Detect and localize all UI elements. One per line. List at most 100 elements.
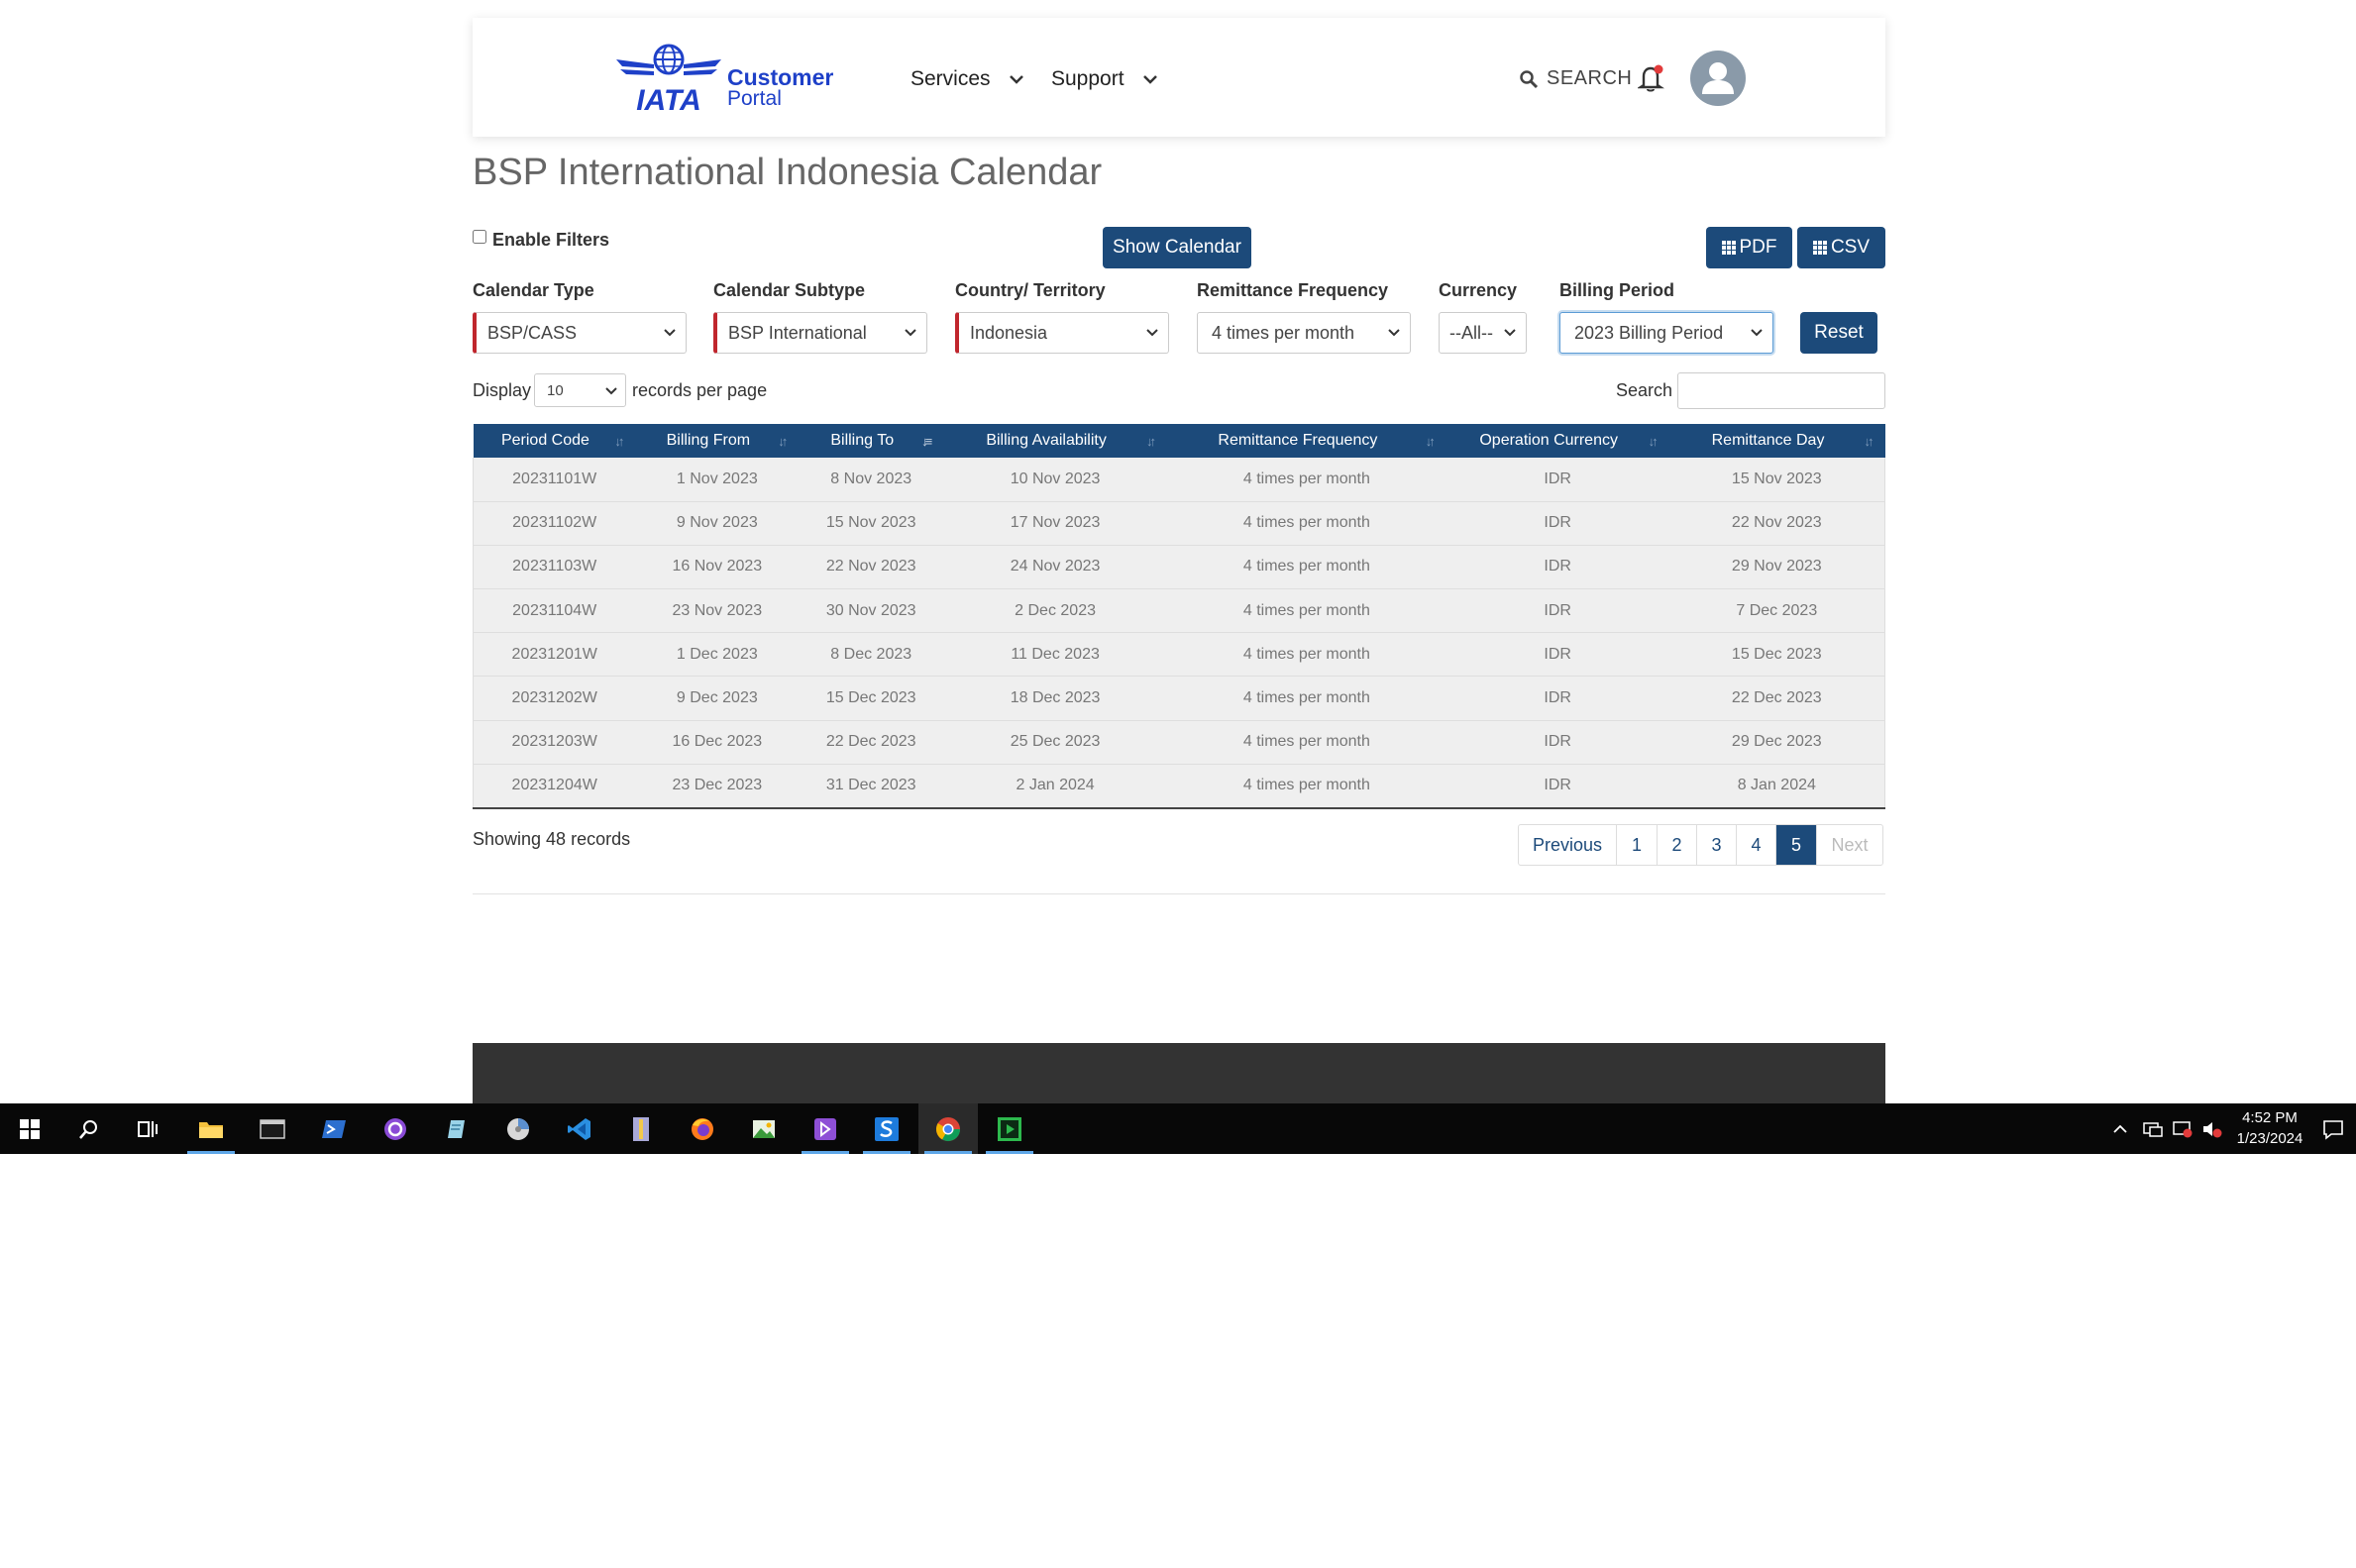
taskbar-image-viewer[interactable] <box>734 1103 794 1154</box>
taskbar-terminal[interactable] <box>243 1103 302 1154</box>
taskbar-start[interactable] <box>0 1103 59 1154</box>
cell-operation-currency: IDR <box>1446 676 1669 721</box>
taskbar-vscode[interactable] <box>550 1103 609 1154</box>
chevron-up-icon[interactable] <box>2110 1119 2130 1139</box>
pagination-page-3[interactable]: 3 <box>1696 825 1736 865</box>
pagination-page-5[interactable]: 5 <box>1775 825 1816 865</box>
taskbar-visual-studio[interactable] <box>796 1103 855 1154</box>
cell-billing-availability: 17 Nov 2023 <box>943 501 1167 546</box>
cell-billing-availability: 2 Dec 2023 <box>943 588 1167 634</box>
cell-billing-to: 31 Dec 2023 <box>799 764 944 809</box>
enable-filters-toggle[interactable]: Enable Filters <box>473 229 610 251</box>
taskbar-notifications[interactable] <box>2310 1103 2356 1154</box>
running-indicator <box>986 1151 1033 1154</box>
network-icon[interactable] <box>2142 1119 2164 1139</box>
table-row: 20231102W 9 Nov 2023 15 Nov 2023 17 Nov … <box>473 501 1885 546</box>
cell-billing-availability: 11 Dec 2023 <box>943 632 1167 678</box>
cell-period-code: 20231202W <box>473 676 636 721</box>
iata-wings-globe-icon: IATA <box>616 44 721 117</box>
taskbar-github-desktop[interactable] <box>366 1103 425 1154</box>
nav-support[interactable]: Support <box>1051 67 1158 91</box>
column-header-remittance-frequency[interactable]: Remittance Frequency ↓↑ <box>1167 424 1446 458</box>
pagination-page-4[interactable]: 4 <box>1736 825 1775 865</box>
taskbar-file-explorer[interactable] <box>181 1103 241 1154</box>
notifications-button[interactable] <box>1637 63 1665 98</box>
billing-period-label: Billing Period <box>1559 280 1675 300</box>
table-search-label: Search <box>1616 380 1673 400</box>
taskbar-task-view[interactable] <box>119 1103 178 1154</box>
windows-start-icon <box>20 1118 40 1139</box>
system-tray <box>2110 1103 2223 1154</box>
billing-period-select[interactable]: 2023 Billing Period <box>1559 312 1773 354</box>
github-icon <box>384 1117 406 1140</box>
play-icon <box>998 1116 1021 1141</box>
enable-filters-checkbox[interactable] <box>473 229 486 244</box>
nav-services[interactable]: Services <box>910 67 1024 91</box>
remittance-frequency-select[interactable]: 4 times per month <box>1197 312 1411 354</box>
iata-logo[interactable]: IATA Customer Portal <box>614 43 852 117</box>
cell-remittance-frequency: 4 times per month <box>1167 632 1446 678</box>
cell-remittance-day: 29 Dec 2023 <box>1668 720 1885 765</box>
archive-icon <box>633 1116 649 1141</box>
country-select[interactable]: Indonesia <box>955 312 1169 354</box>
enable-filters-label: Enable Filters <box>492 230 610 250</box>
volume-muted-icon[interactable] <box>2201 1119 2223 1139</box>
running-indicator <box>802 1151 849 1154</box>
pagination-next[interactable]: Next <box>1816 825 1882 865</box>
taskbar-chrome[interactable] <box>918 1103 978 1154</box>
cell-billing-to: 22 Dec 2023 <box>799 720 944 765</box>
reset-button[interactable]: Reset <box>1800 312 1877 354</box>
taskbar-notepad[interactable] <box>427 1103 486 1154</box>
pagination-page-2[interactable]: 2 <box>1657 825 1696 865</box>
taskbar-clock[interactable]: 4:52 PM 1/23/2024 <box>2225 1107 2314 1149</box>
logo-wordmark: IATA <box>636 84 701 117</box>
cell-remittance-frequency: 4 times per month <box>1167 588 1446 634</box>
pagination-page-1[interactable]: 1 <box>1616 825 1657 865</box>
calendar-type-select[interactable]: BSP/CASS <box>473 312 687 354</box>
pagination-previous[interactable]: Previous <box>1519 825 1616 865</box>
taskbar-archive[interactable] <box>611 1103 671 1154</box>
display-warning-icon[interactable] <box>2172 1119 2194 1139</box>
page-length-select[interactable]: 10 <box>534 373 626 407</box>
chevron-down-icon <box>605 387 617 395</box>
country-label: Country/ Territory <box>955 280 1106 300</box>
cell-operation-currency: IDR <box>1446 501 1669 546</box>
table-row: 20231204W 23 Dec 2023 31 Dec 2023 2 Jan … <box>473 764 1885 809</box>
cell-remittance-frequency: 4 times per month <box>1167 545 1446 590</box>
taskbar-media-player[interactable] <box>980 1103 1039 1154</box>
calendar-subtype-select[interactable]: BSP International <box>713 312 927 354</box>
user-avatar[interactable] <box>1690 51 1746 106</box>
taskbar-disk-cleanup[interactable] <box>488 1103 548 1154</box>
sort-icon: ↓↑ <box>614 434 624 449</box>
column-header-remittance-day[interactable]: Remittance Day ↓↑ <box>1668 424 1885 458</box>
chrome-icon <box>935 1116 960 1141</box>
column-header-period-code[interactable]: Period Code ↓↑ <box>473 424 636 458</box>
export-csv-label: CSV <box>1830 237 1871 258</box>
column-header-operation-currency[interactable]: Operation Currency ↓↑ <box>1446 424 1669 458</box>
cell-billing-to: 30 Nov 2023 <box>799 588 944 634</box>
cell-operation-currency: IDR <box>1446 632 1669 678</box>
export-pdf-button[interactable]: PDF <box>1706 227 1792 268</box>
notepad-icon <box>448 1119 465 1138</box>
table-row: 20231201W 1 Dec 2023 8 Dec 2023 11 Dec 2… <box>473 632 1885 678</box>
table-search-input[interactable] <box>1677 372 1885 409</box>
header-search-button[interactable]: SEARCH <box>1519 67 1632 90</box>
folder-icon <box>199 1121 223 1138</box>
cell-remittance-day: 8 Jan 2024 <box>1668 764 1885 809</box>
chevron-down-icon <box>1504 329 1516 337</box>
image-icon <box>753 1119 775 1138</box>
currency-select[interactable]: --All-- <box>1439 312 1527 354</box>
export-csv-button[interactable]: CSV <box>1797 227 1885 268</box>
cell-operation-currency: IDR <box>1446 458 1669 502</box>
column-header-billing-availability[interactable]: Billing Availability ↓↑ <box>943 424 1167 458</box>
column-header-billing-from[interactable]: Billing From ↓↑ <box>635 424 800 458</box>
taskbar-powershell[interactable] <box>304 1103 364 1154</box>
show-calendar-button[interactable]: Show Calendar <box>1103 227 1251 268</box>
cell-billing-from: 1 Nov 2023 <box>635 458 800 502</box>
taskbar-slack-s[interactable] <box>857 1103 916 1154</box>
taskbar-firefox[interactable] <box>673 1103 732 1154</box>
taskbar-search[interactable] <box>59 1103 119 1154</box>
column-header-billing-to[interactable]: Billing To ↓≡ <box>799 424 944 458</box>
notification-dot <box>1654 64 1663 74</box>
cell-remittance-day: 22 Dec 2023 <box>1668 676 1885 721</box>
